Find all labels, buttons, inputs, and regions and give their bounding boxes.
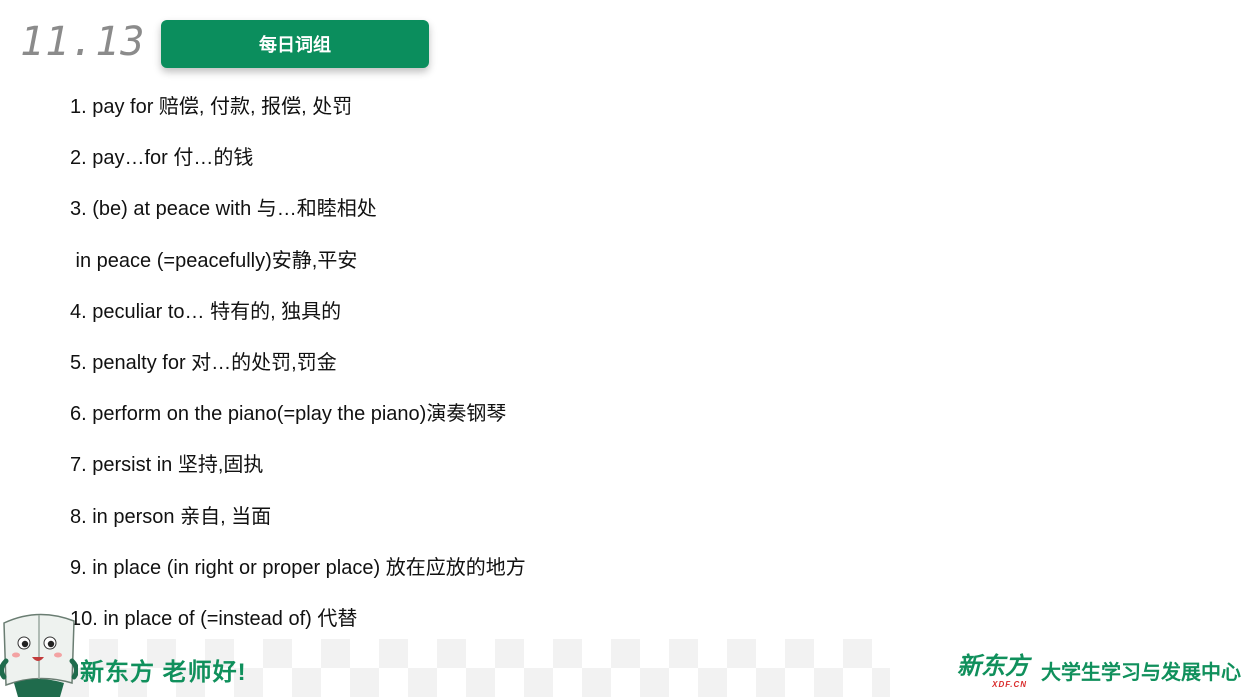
- list-item: in peace (=peacefully)安静,平安: [70, 249, 358, 272]
- list-item: 8. in person 亲自, 当面: [70, 505, 272, 528]
- brand-logo: 新东方 XDF.CN: [957, 653, 1029, 689]
- list-item: 4. peculiar to… 特有的, 独具的: [70, 300, 342, 323]
- phrase-list: 1. pay for 赔偿, 付款, 报偿, 处罚 2. pay…for 付…的…: [70, 92, 526, 655]
- book-mascot-icon: [0, 613, 78, 697]
- footer: 新东方 老师好! 新东方 XDF.CN 大学生学习与发展中心: [0, 613, 1257, 697]
- list-item: 9. in place (in right or proper place) 放…: [70, 556, 526, 579]
- list-item: 7. persist in 坚持,固执: [70, 454, 264, 477]
- slogan: 新东方 老师好!: [80, 659, 247, 686]
- brand-logo-text: 新东方: [957, 653, 1029, 680]
- brand: 新东方 XDF.CN 大学生学习与发展中心: [957, 653, 1241, 689]
- date-label: 11.13: [20, 19, 146, 65]
- list-item: 5. penalty for 对…的处罚,罚金: [70, 351, 337, 374]
- list-item: 3. (be) at peace with 与…和睦相处: [70, 198, 377, 221]
- brand-name: 大学生学习与发展中心: [1041, 662, 1241, 684]
- list-item: 1. pay for 赔偿, 付款, 报偿, 处罚: [70, 96, 353, 118]
- brand-logo-sub: XDF.CN: [992, 680, 1027, 689]
- list-item: 6. perform on the piano(=play the piano)…: [70, 403, 507, 426]
- title-badge: 每日词组: [161, 20, 429, 68]
- list-item: 2. pay…for 付…的钱: [70, 147, 254, 170]
